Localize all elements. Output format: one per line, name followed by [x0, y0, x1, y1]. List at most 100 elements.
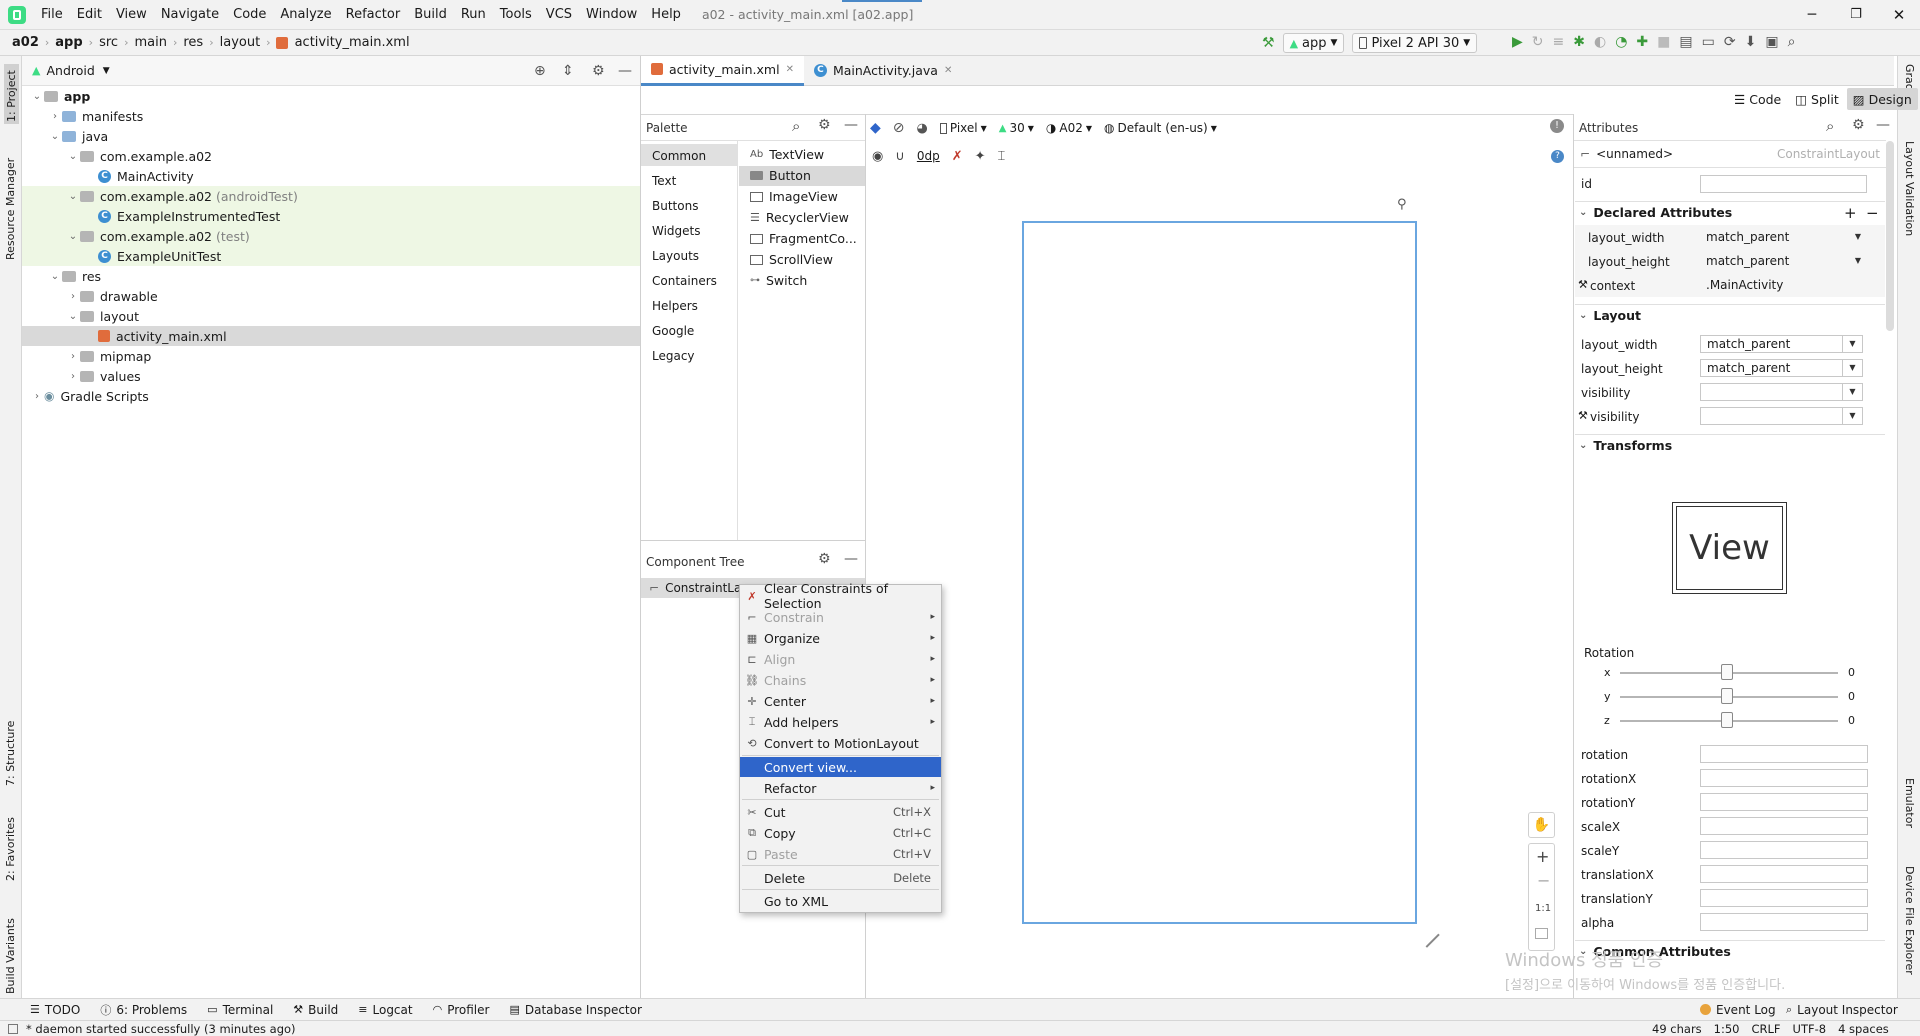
close-tab-icon[interactable]: ✕: [786, 64, 794, 75]
tree-item-instrumented-test[interactable]: C ExampleInstrumentedTest: [22, 206, 640, 226]
tree-item-manifests[interactable]: › manifests: [22, 106, 640, 126]
help-icon[interactable]: ?: [1551, 150, 1564, 163]
breadcrumb-main[interactable]: main: [130, 35, 170, 50]
status-message[interactable]: * daemon started successfully (3 minutes…: [26, 1022, 296, 1036]
translationy-input[interactable]: [1700, 889, 1868, 907]
rerun-icon[interactable]: ↻: [1532, 34, 1544, 50]
tree-item-package-main[interactable]: ⌄ com.example.a02: [22, 146, 640, 166]
chevron-down-icon[interactable]: ▼: [1842, 384, 1862, 400]
chevron-down-icon[interactable]: ▼: [1842, 408, 1862, 424]
tree-item-java[interactable]: ⌄ java: [22, 126, 640, 146]
menu-run[interactable]: Run: [454, 0, 493, 30]
sdk-manager-icon[interactable]: ⬇: [1745, 34, 1757, 50]
debug-icon[interactable]: ✱: [1573, 34, 1585, 50]
close-window-button[interactable]: ✕: [1878, 0, 1920, 30]
rotation-z-slider-thumb[interactable]: [1721, 712, 1733, 728]
menu-edit[interactable]: Edit: [70, 0, 109, 30]
chevron-right-icon[interactable]: ›: [66, 291, 80, 302]
hide-panel-icon[interactable]: —: [618, 63, 632, 79]
id-input[interactable]: [1700, 175, 1867, 193]
palette-category-widgets[interactable]: Widgets: [652, 224, 701, 238]
chevron-right-icon[interactable]: ›: [48, 111, 62, 122]
breadcrumb-src[interactable]: src: [95, 35, 122, 50]
settings-gear-icon[interactable]: ⚙: [818, 117, 831, 133]
zoom-in-button[interactable]: +: [1536, 847, 1549, 866]
tool-tab-resource-manager[interactable]: Resource Manager: [4, 150, 17, 260]
collapse-all-icon[interactable]: ⇕: [562, 63, 574, 79]
tool-tab-build-variants[interactable]: Build Variants: [4, 894, 17, 994]
palette-item-fragmentcontainer[interactable]: FragmentCo...: [750, 231, 857, 246]
tab-mainactivity-java[interactable]: C MainActivity.java ✕: [804, 56, 962, 86]
status-line-separator[interactable]: CRLF: [1752, 1022, 1781, 1036]
chevron-down-icon[interactable]: ⌄: [66, 191, 80, 202]
chevron-down-icon[interactable]: ▼: [1842, 336, 1862, 352]
tree-item-package-test[interactable]: ⌄ com.example.a02 (test): [22, 226, 640, 246]
minimize-button[interactable]: ─: [1790, 0, 1834, 30]
palette-item-textview[interactable]: Ab TextView: [750, 147, 824, 162]
tree-item-mainactivity[interactable]: C MainActivity: [22, 166, 640, 186]
palette-item-switch[interactable]: ⊶ Switch: [750, 273, 807, 288]
split-mode-button[interactable]: ◫ Split: [1789, 92, 1845, 107]
rotation-x-slider-thumb[interactable]: [1721, 664, 1733, 680]
status-indent[interactable]: 4 spaces: [1838, 1022, 1889, 1036]
tree-item-unit-test[interactable]: C ExampleUnitTest: [22, 246, 640, 266]
chevron-down-icon[interactable]: ⌄: [48, 271, 62, 282]
menu-item-convert-view[interactable]: Convert view...: [740, 757, 941, 777]
visibility-select[interactable]: ▼: [1700, 383, 1863, 401]
clear-constraints-icon[interactable]: ✗: [952, 149, 963, 164]
attributes-scrollbar[interactable]: [1886, 141, 1894, 331]
pan-button[interactable]: ✋: [1528, 812, 1555, 838]
zoom-out-button[interactable]: −: [1537, 871, 1550, 890]
tool-window-profiler[interactable]: ◠ Profiler: [423, 1003, 500, 1017]
menu-help[interactable]: Help: [644, 0, 688, 30]
chevron-down-icon[interactable]: ▼: [1848, 253, 1868, 269]
scalex-input[interactable]: [1700, 817, 1868, 835]
tool-tab-device-file-explorer[interactable]: Device File Explorer: [1903, 866, 1916, 996]
settings-gear-icon[interactable]: ⚙: [1852, 117, 1865, 133]
theme-dropdown[interactable]: ◑ A02 ▼: [1046, 121, 1092, 135]
tree-item-mipmap[interactable]: › mipmap: [22, 346, 640, 366]
palette-category-containers[interactable]: Containers: [652, 274, 717, 288]
search-icon[interactable]: ⌕: [792, 117, 800, 135]
eye-icon[interactable]: ◉: [872, 149, 883, 164]
menu-vcs[interactable]: VCS: [539, 0, 579, 30]
tree-item-drawable[interactable]: › drawable: [22, 286, 640, 306]
menu-tools[interactable]: Tools: [493, 0, 539, 30]
chevron-down-icon[interactable]: ⌄: [48, 131, 62, 142]
menu-file[interactable]: File: [34, 0, 70, 30]
chevron-right-icon[interactable]: ›: [30, 391, 44, 402]
tool-tab-project[interactable]: 1: Project: [4, 64, 19, 124]
layout-height-select[interactable]: match_parent ▼: [1700, 359, 1863, 377]
zoom-actual-size-button[interactable]: 1:1: [1535, 903, 1551, 914]
guidelines-icon[interactable]: ⌶: [998, 149, 1006, 164]
apply-changes-icon[interactable]: ≡: [1553, 34, 1565, 50]
project-view-select[interactable]: Android: [46, 63, 94, 78]
rotationx-input[interactable]: [1700, 769, 1868, 787]
sync-gradle-icon[interactable]: ⟳: [1724, 34, 1736, 50]
declared-attr-value[interactable]: match_parent ▼: [1700, 253, 1868, 271]
infer-constraints-icon[interactable]: ✦: [975, 149, 986, 164]
menu-item-align[interactable]: ⊏ Align ▸: [740, 649, 941, 669]
tool-window-event-log[interactable]: Event Log: [1690, 1003, 1786, 1017]
device-manager-icon[interactable]: ▣: [1765, 34, 1778, 50]
tree-item-activity-main[interactable]: activity_main.xml: [22, 326, 640, 346]
palette-item-scrollview[interactable]: ScrollView: [750, 252, 833, 267]
tool-window-database-inspector[interactable]: ▤ Database Inspector: [499, 1003, 651, 1017]
device-dropdown[interactable]: Pixel ▼: [939, 121, 987, 135]
close-tab-icon[interactable]: ✕: [944, 65, 952, 76]
chevron-down-icon[interactable]: ▼: [1842, 360, 1862, 376]
menu-item-refactor[interactable]: Refactor ▸: [740, 778, 941, 798]
blueprint-icon[interactable]: ⊘: [893, 120, 905, 136]
breadcrumb-layout[interactable]: layout: [216, 35, 265, 50]
tab-activity-main[interactable]: activity_main.xml ✕: [641, 55, 804, 86]
warning-icon[interactable]: !: [1550, 119, 1564, 133]
layout-width-select[interactable]: match_parent ▼: [1700, 335, 1863, 353]
chevron-right-icon[interactable]: ›: [66, 351, 80, 362]
tree-item-values[interactable]: › values: [22, 366, 640, 386]
tree-item-gradle-scripts[interactable]: › ◉ Gradle Scripts: [22, 386, 640, 406]
tools-visibility-select[interactable]: ▼: [1700, 407, 1863, 425]
chevron-down-icon[interactable]: ⌄: [30, 91, 44, 102]
palette-item-button[interactable]: Button: [750, 168, 811, 183]
menu-item-delete[interactable]: Delete Delete: [740, 868, 941, 888]
remove-attribute-icon[interactable]: −: [1866, 204, 1879, 222]
